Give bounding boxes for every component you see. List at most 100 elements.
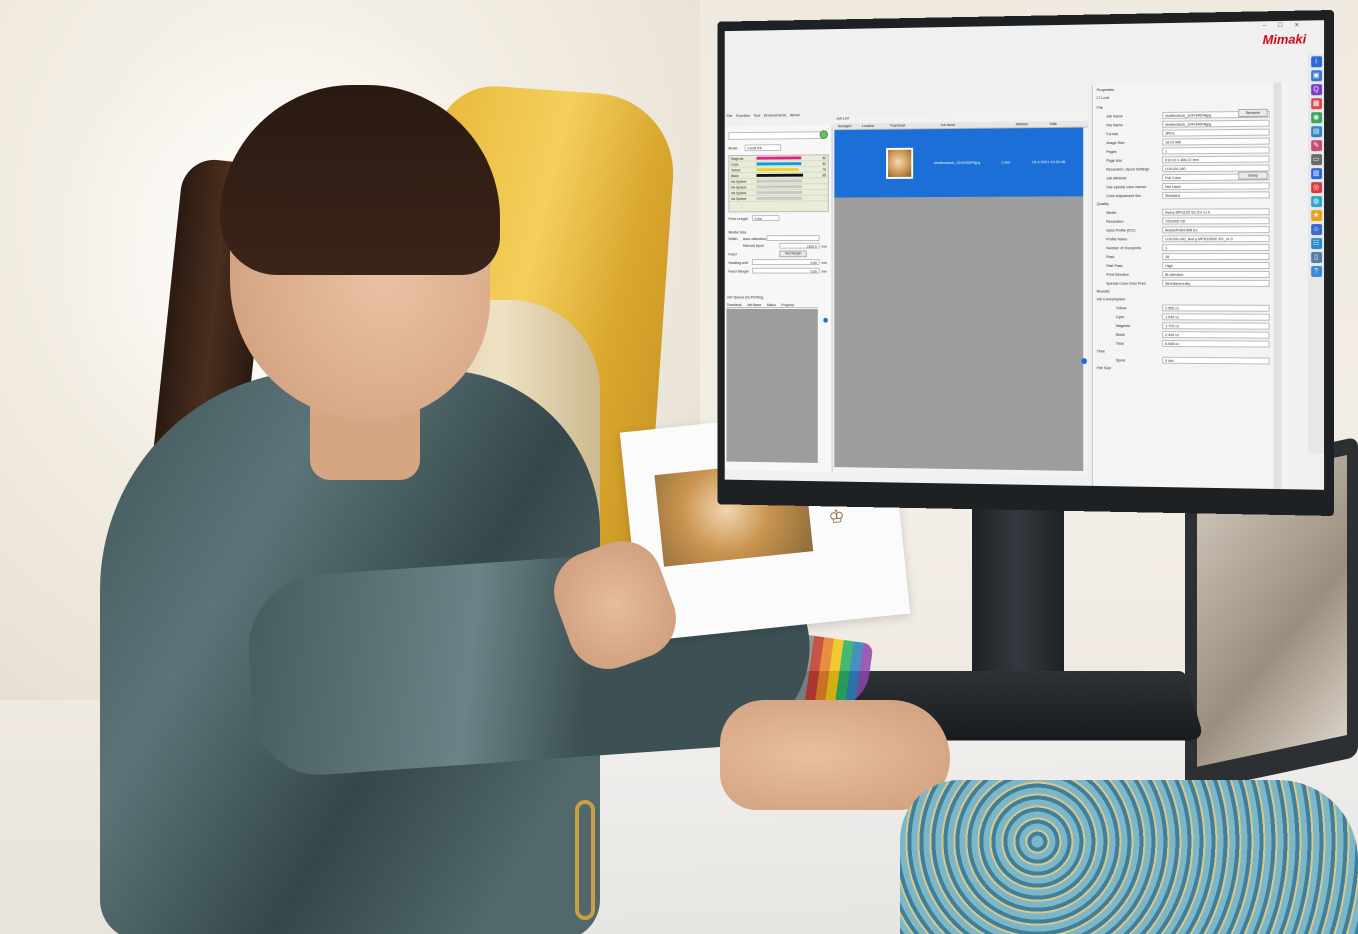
menu-file[interactable]: File — [727, 113, 733, 122]
property-value[interactable]: 2.556 cc — [1162, 304, 1270, 312]
menu-tool[interactable]: Tool — [754, 113, 761, 122]
queue-col-thumbnail[interactable]: Thumbnail — [727, 302, 742, 307]
menu-function[interactable]: Function — [736, 113, 750, 122]
property-row: Spool 0 sec — [1093, 356, 1278, 365]
lock-label: Lock — [1101, 94, 1110, 100]
col-thumbnail[interactable]: Thumbnail — [886, 122, 936, 128]
job-row-selected[interactable]: shutterstock_1244340FAjpg Color 15-3-202… — [834, 127, 1084, 198]
property-key: Total — [1115, 341, 1124, 346]
rename-button[interactable]: Rename — [1238, 108, 1268, 118]
property-value[interactable]: Not Used — [1162, 182, 1270, 190]
property-key: Media — [1106, 210, 1117, 215]
properties-panel: Properties ☐ Lock File Job Name shuttersto… — [1091, 82, 1287, 490]
col-attribute[interactable]: Attribute — [1012, 121, 1046, 127]
feed-margin-input[interactable]: 0.00 — [751, 267, 820, 274]
property-value[interactable]: 16.01 MB — [1162, 137, 1270, 146]
folder-icon[interactable]: ▭ — [1310, 154, 1322, 166]
width-label: Width — [728, 236, 738, 242]
property-value[interactable]: 16 — [1162, 253, 1270, 261]
printer-panel: Mode Local ink Magenta 82 Cyan 81 Yellow 76 Bl… — [724, 125, 833, 472]
property-value[interactable]: Standard — [1162, 191, 1270, 199]
group-icon[interactable]: ☷ — [1310, 238, 1322, 250]
feed-margin-unit: mm — [821, 269, 827, 274]
ink-level-bar — [756, 167, 799, 172]
job-attribute: Color — [1001, 159, 1011, 165]
property-key: Resolution, Spool Settings — [1106, 167, 1150, 172]
property-value[interactable]: AdobeRGB1998.icc — [1162, 226, 1270, 234]
refresh-icon[interactable] — [819, 130, 828, 139]
queue-col-job-name[interactable]: Job Name — [747, 302, 762, 307]
manual-input-radio[interactable]: Manual input — [743, 243, 764, 249]
col-date[interactable]: Date — [1046, 121, 1084, 127]
star-icon[interactable]: ★ — [1310, 210, 1322, 222]
property-value[interactable]: Bi-direction — [1162, 270, 1270, 278]
ink-row: Ink Sphere — [729, 195, 828, 202]
job-list-scroll-handle[interactable] — [1081, 358, 1088, 365]
search-icon[interactable]: Q — [1310, 84, 1322, 96]
col-job-name[interactable]: Job Name — [936, 122, 1011, 129]
job-queue-title: Job Queue (0) Printing — [726, 294, 764, 300]
property-value[interactable]: 1 — [1162, 146, 1270, 155]
color-icon[interactable]: ◉ — [1310, 112, 1322, 124]
property-value[interactable]: 720x900 VD — [1162, 217, 1270, 225]
width-input[interactable]: 1620.0 — [779, 242, 820, 249]
property-row: Pages 1 — [1093, 146, 1278, 155]
lock-checkbox[interactable]: ☐ Lock — [1097, 95, 1110, 101]
property-value[interactable]: 610.00 x 406.22 mm — [1162, 155, 1270, 164]
property-value[interactable]: Avery MPI1105 SC EV v1.0 — [1162, 208, 1270, 216]
property-key: Fast Pass — [1106, 263, 1123, 268]
mode-select[interactable]: Local ink — [744, 144, 782, 152]
menu-environments[interactable]: Environments — [764, 112, 786, 121]
profile-icon[interactable]: ▤ — [1310, 126, 1322, 138]
property-value[interactable]: 2.494 cc — [1162, 331, 1270, 339]
menu-about[interactable]: About — [790, 112, 800, 121]
property-value[interactable]: High — [1162, 262, 1270, 269]
edit-icon[interactable]: ✎ — [1310, 140, 1322, 152]
ink-level-bar — [756, 156, 802, 160]
queue-col-progress[interactable]: Progress — [781, 302, 794, 307]
setup-button[interactable]: Setup — [1238, 171, 1268, 180]
device-icon[interactable]: ▣ — [1310, 70, 1322, 82]
job-queue-list[interactable] — [726, 308, 818, 463]
photo-scene: ♔ – ☐ ✕ Mimaki File Function Tool Enviro… — [0, 0, 1358, 934]
property-key: Profile Name — [1106, 237, 1128, 242]
test-margin-button[interactable]: Test Margin — [779, 250, 807, 258]
print-icon[interactable]: ▥ — [1310, 168, 1322, 180]
property-value[interactable]: 8.008 cc — [1162, 339, 1270, 348]
job-list-empty-area[interactable] — [834, 196, 1084, 472]
property-value[interactable]: 0 sec — [1162, 356, 1270, 365]
section-ink_consumption: Ink Consumption — [1096, 296, 1126, 302]
media-size-label: Media Size — [728, 229, 747, 235]
heating-unit-input[interactable]: 0.00 — [751, 259, 820, 265]
user-icon[interactable]: ☺ — [1310, 224, 1322, 236]
queue-scroll-handle[interactable] — [823, 317, 828, 323]
property-value[interactable]: shutterstock_1244340FAjpg — [1162, 119, 1270, 128]
property-value[interactable]: Simultaneously — [1162, 279, 1270, 287]
property-key: Print Direction — [1106, 272, 1130, 277]
info-icon[interactable]: i — [1310, 56, 1322, 68]
brand-logo: Mimaki — [1262, 31, 1307, 48]
property-value[interactable]: 1.045 cc — [1162, 313, 1270, 321]
property-value[interactable]: UJV100-160_Avery MPI1105SC EV_v1.0 — [1162, 235, 1270, 243]
width-slider[interactable] — [766, 235, 820, 241]
auto-detection-radio[interactable]: Auto detection — [743, 236, 766, 242]
layout-icon[interactable]: ▦ — [1310, 98, 1322, 110]
col-location[interactable]: Location — [858, 123, 886, 129]
queue-col-status[interactable]: Status — [767, 302, 776, 307]
printer-select[interactable] — [728, 131, 824, 140]
job-list-panel: Job List Arranged Location Thumbnail Job… — [834, 112, 1089, 476]
property-key: Pass — [1106, 255, 1115, 260]
property-value[interactable]: 1 — [1162, 244, 1270, 252]
ink-level-bar — [756, 162, 802, 166]
help-icon[interactable]: ? — [1310, 265, 1322, 277]
col-arranged[interactable]: Arranged — [834, 123, 858, 129]
property-key: Magenta — [1115, 323, 1131, 328]
target-icon[interactable]: ◎ — [1310, 182, 1322, 194]
palette-icon[interactable]: ◍ — [1310, 196, 1322, 208]
property-row: Yellow 2.556 cc — [1093, 304, 1278, 313]
property-value[interactable]: JPEG — [1162, 128, 1270, 137]
window-controls[interactable]: – ☐ ✕ — [1263, 23, 1305, 30]
property-value[interactable]: 1.703 cc — [1162, 322, 1270, 330]
ink-level-bar — [756, 185, 803, 189]
trash-icon[interactable]: ▯ — [1310, 252, 1322, 263]
